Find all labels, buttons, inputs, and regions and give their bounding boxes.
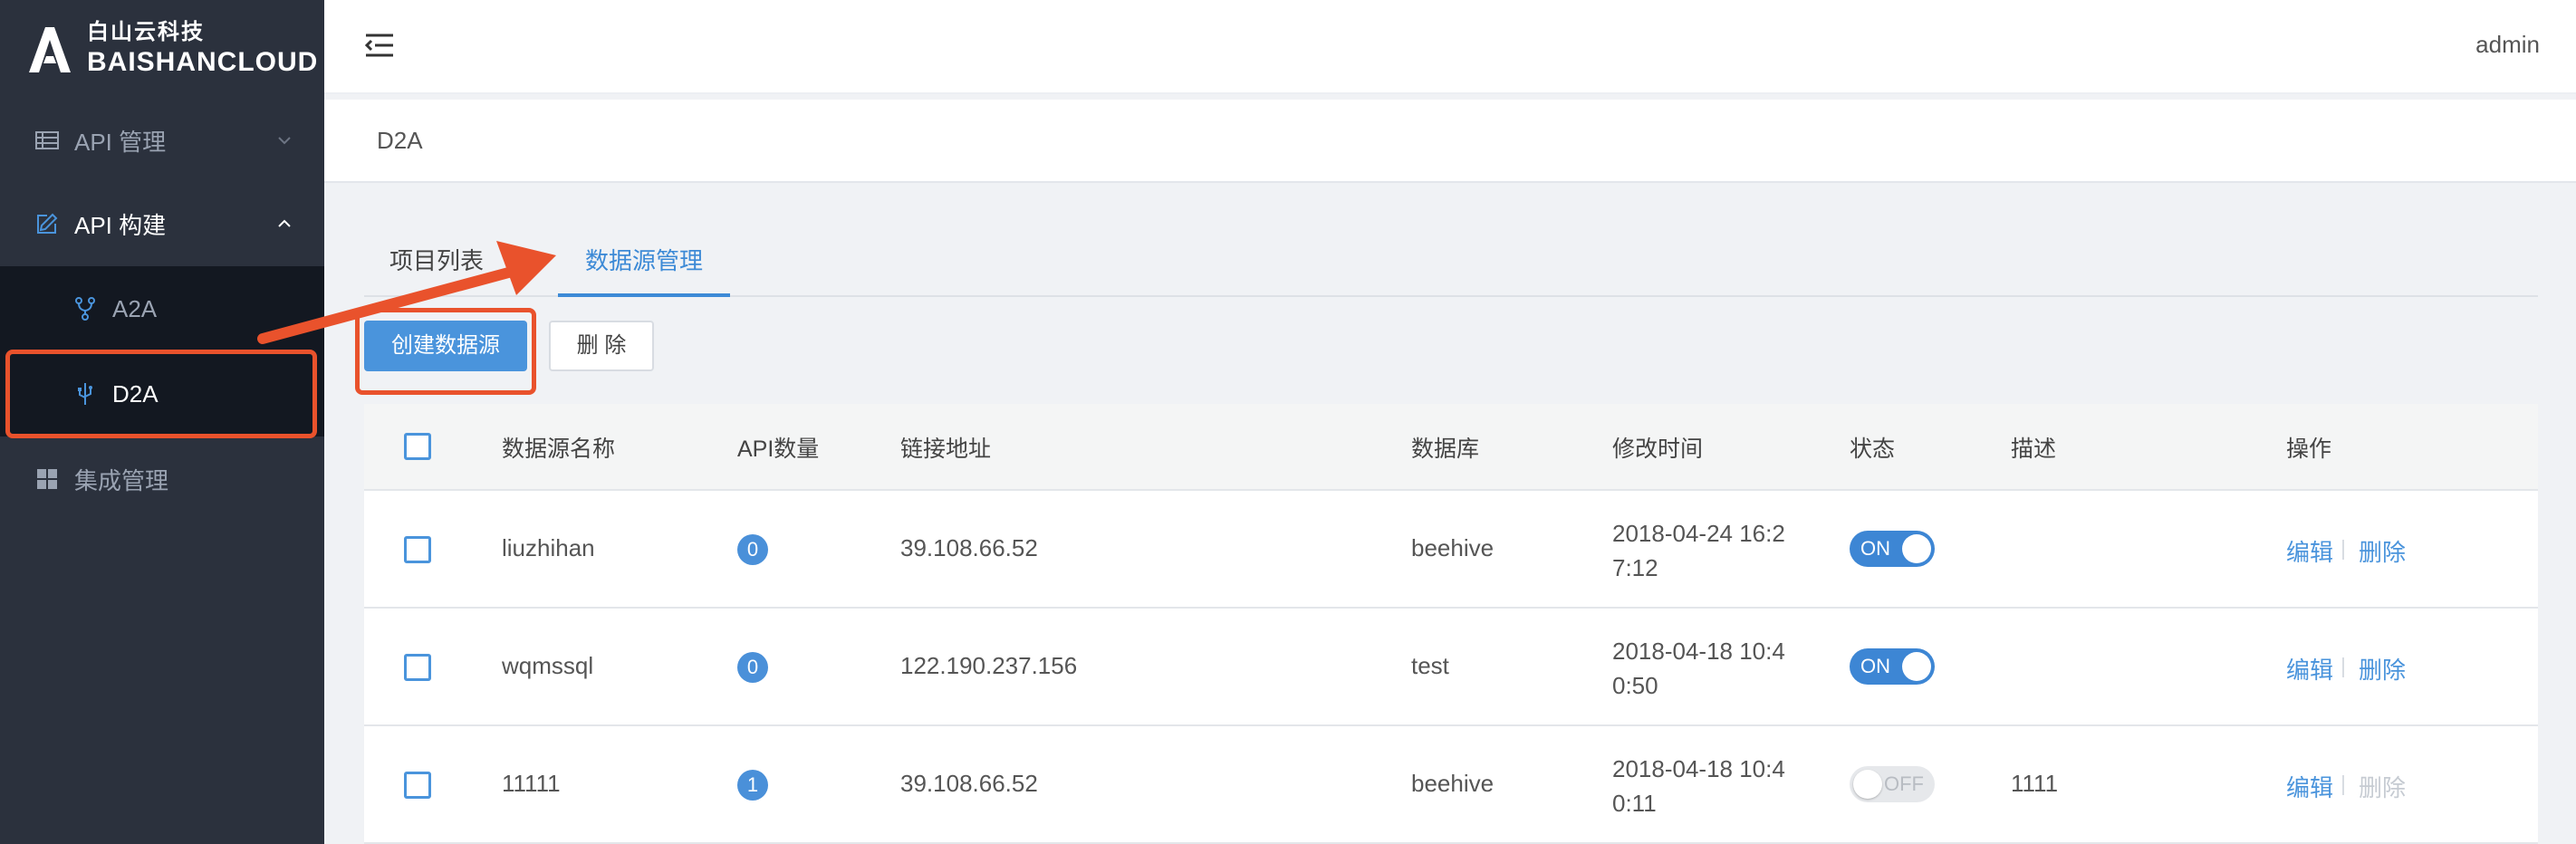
modified-time-line: 2018-04-24 16:2: [1612, 520, 1785, 547]
tab-project-list[interactable]: 项目列表: [389, 226, 484, 297]
datasource-name: 11111: [502, 770, 561, 797]
connection-address: 122.190.237.156: [900, 652, 1078, 679]
fork-icon: [75, 297, 95, 321]
status-toggle-label: ON: [1860, 537, 1890, 560]
brand-name-cn: 白山云科技: [87, 20, 205, 44]
datasource-name: wqmssql: [502, 652, 594, 679]
action-divider: [2342, 775, 2344, 795]
user-menu[interactable]: admin: [2475, 31, 2540, 59]
database-name: beehive: [1411, 534, 1495, 561]
modified-time-line: 0:11: [1612, 790, 1657, 817]
table-row: wqmssql 0 122.190.237.156 test 2018-04-1…: [364, 609, 2538, 726]
delete-link[interactable]: 删除: [2359, 652, 2406, 686]
status-toggle-label: ON: [1860, 655, 1890, 677]
modified-time: 2018-04-18 10:4 0:11: [1612, 752, 1857, 820]
toggle-knob: [1902, 652, 1931, 681]
api-count-badge: 0: [737, 534, 768, 565]
modified-time-line: 0:50: [1612, 672, 1658, 699]
brand-name-en: BAISHANCLOUD: [87, 47, 319, 77]
column-header: API数量: [737, 436, 820, 462]
select-all-checkbox[interactable]: [404, 433, 431, 460]
grid-icon: [37, 469, 57, 489]
chevron-up-icon: [278, 219, 291, 227]
action-divider: [2342, 540, 2344, 560]
tab-datasource-management[interactable]: 数据源管理: [558, 226, 731, 297]
sidebar-item-api-management[interactable]: API 管理: [0, 98, 324, 183]
sidebar-subitem-a2a[interactable]: A2A: [0, 266, 324, 351]
database-name: beehive: [1411, 770, 1495, 797]
column-header: 链接地址: [900, 436, 992, 462]
sidebar-item-api-build[interactable]: API 构建: [0, 181, 324, 266]
list-icon: [35, 131, 59, 149]
modified-time: 2018-04-24 16:2 7:12: [1612, 516, 1857, 585]
description: 1111: [2011, 770, 2059, 797]
delete-link[interactable]: 删除: [2359, 534, 2406, 568]
annotation-highlight-d2a: [5, 350, 317, 438]
sidebar-item-label: 集成管理: [74, 466, 169, 494]
action-divider: [2342, 657, 2344, 677]
connection-address: 39.108.66.52: [900, 770, 1038, 797]
api-count-badge: 0: [737, 652, 768, 683]
table-row: liuzhihan 0 39.108.66.52 beehive 2018-04…: [364, 491, 2538, 609]
datasource-name: liuzhihan: [502, 534, 595, 561]
row-checkbox[interactable]: [404, 536, 431, 563]
sidebar-subitem-label: A2A: [112, 294, 158, 322]
chevron-down-icon: [278, 137, 291, 145]
column-header: 状态: [1850, 436, 1896, 462]
edit-link[interactable]: 编辑: [2286, 534, 2333, 568]
breadcrumb: D2A: [377, 127, 423, 154]
api-count-badge: 1: [737, 770, 768, 801]
annotation-highlight-create: [355, 308, 536, 395]
delete-link: 删除: [2359, 774, 2407, 801]
connection-address: 39.108.66.52: [900, 534, 1038, 561]
top-header: admin: [324, 0, 2576, 94]
column-header: 数据库: [1411, 436, 1480, 462]
collapse-menu-icon[interactable]: [364, 31, 395, 60]
database-name: test: [1411, 652, 1449, 679]
modified-time-line: 2018-04-18 10:4: [1612, 638, 1785, 665]
status-toggle[interactable]: ON: [1850, 648, 1935, 685]
status-toggle-label: OFF: [1884, 772, 1924, 795]
sidebar-item-integration[interactable]: 集成管理: [0, 436, 324, 522]
column-header: 修改时间: [1612, 436, 1704, 462]
modified-time: 2018-04-18 10:4 0:50: [1612, 634, 1857, 703]
row-checkbox[interactable]: [404, 654, 431, 681]
column-header: 描述: [2011, 436, 2057, 462]
logo-text: 白山云科技 BAISHANCLOUD: [87, 22, 318, 76]
modified-time-line: 2018-04-18 10:4: [1612, 755, 1785, 782]
logo[interactable]: 白山云科技 BAISHANCLOUD: [25, 22, 318, 76]
datasource-table: 数据源名称 API数量 链接地址 数据库 修改时间 状态 描述 操作 liuzh…: [364, 404, 2538, 844]
delete-button[interactable]: 删 除: [549, 321, 654, 371]
sidebar-item-label: API 构建: [74, 211, 167, 239]
table-header: 数据源名称 API数量 链接地址 数据库 修改时间 状态 描述 操作: [364, 404, 2538, 491]
row-checkbox[interactable]: [404, 772, 431, 799]
edit-icon: [37, 213, 58, 234]
column-header: 数据源名称: [502, 436, 616, 462]
tabs: 项目列表 数据源管理: [364, 226, 2538, 297]
modified-time-line: 7:12: [1612, 554, 1658, 581]
table-row: 11111 1 39.108.66.52 beehive 2018-04-18 …: [364, 726, 2538, 844]
status-toggle[interactable]: ON: [1850, 531, 1935, 567]
sidebar-item-label: API 管理: [74, 128, 167, 156]
logo-mark-icon: [29, 27, 71, 72]
edit-link[interactable]: 编辑: [2286, 652, 2333, 686]
column-header: 操作: [2286, 436, 2332, 462]
status-toggle[interactable]: OFF: [1850, 766, 1935, 802]
toggle-knob: [1853, 770, 1882, 799]
breadcrumb-bar: D2A: [324, 100, 2576, 183]
toggle-knob: [1902, 534, 1931, 563]
edit-link[interactable]: 编辑: [2286, 770, 2333, 803]
